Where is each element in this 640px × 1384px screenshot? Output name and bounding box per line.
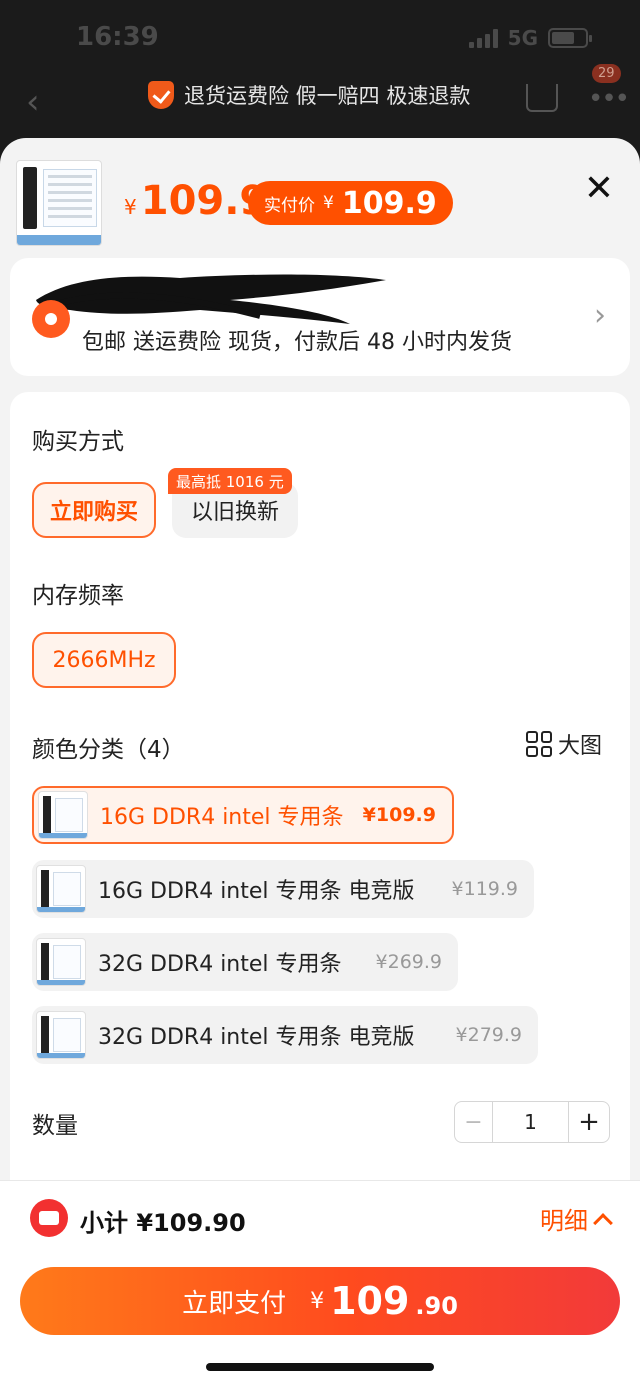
status-bar: 16:39 5G bbox=[0, 0, 640, 76]
subtotal: 小计 ¥109.90 bbox=[80, 1209, 246, 1237]
back-icon[interactable]: ‹ bbox=[26, 82, 40, 122]
variant-name: 32G DDR4 intel 专用条 bbox=[98, 952, 342, 977]
signal-icon bbox=[468, 28, 498, 48]
variant-name: 32G DDR4 intel 专用条 电竞版 bbox=[98, 1025, 415, 1050]
buy-now-option[interactable]: 立即购买 bbox=[32, 482, 156, 538]
status-time: 16:39 bbox=[76, 22, 159, 52]
variant-price: ¥119.9 bbox=[451, 878, 518, 900]
trade-in-tag: 最高抵 1016 元 bbox=[168, 468, 292, 494]
quantity-input[interactable]: 1 bbox=[493, 1102, 569, 1142]
variant-name: 16G DDR4 intel 专用条 bbox=[100, 805, 344, 830]
chevron-up-icon bbox=[593, 1212, 613, 1233]
guarantee-text: 退货运费险 假一赔四 极速退款 bbox=[184, 84, 471, 108]
variant-thumbnail bbox=[38, 791, 88, 839]
variant-thumbnail bbox=[36, 938, 86, 986]
paid-price-value: 109.9 bbox=[341, 185, 437, 221]
quantity-minus-button[interactable]: − bbox=[455, 1102, 493, 1142]
shipping-services: 包邮 送运费险 现货，付款后 48 小时内发货 bbox=[82, 330, 512, 355]
chevron-right-icon: › bbox=[594, 298, 606, 333]
close-button[interactable]: ✕ bbox=[580, 170, 618, 208]
color-option-16g-intel-esports[interactable]: 16G DDR4 intel 专用条 电竞版 ¥119.9 bbox=[32, 860, 534, 918]
detail-label: 明细 bbox=[540, 1207, 588, 1235]
more-icon[interactable]: ••• bbox=[588, 84, 630, 114]
pay-amount-decimal: .90 bbox=[415, 1292, 458, 1320]
status-indicators: 5G bbox=[468, 26, 592, 50]
network-type: 5G bbox=[507, 26, 538, 50]
home-indicator bbox=[206, 1363, 434, 1371]
checkout-bar: 小计 ¥109.90 明细 立即支付 ¥ 109 .90 bbox=[0, 1180, 640, 1384]
cart-icon[interactable] bbox=[526, 84, 558, 112]
color-title: 颜色分类（4） bbox=[32, 737, 185, 763]
detail-toggle[interactable]: 明细 bbox=[540, 1201, 613, 1236]
big-image-label: 大图 bbox=[558, 734, 603, 759]
product-thumbnail[interactable] bbox=[16, 160, 102, 246]
paid-price-pill: 实付价 ¥ 109.9 bbox=[248, 181, 453, 225]
variant-price: ¥279.9 bbox=[455, 1024, 522, 1046]
battery-icon bbox=[548, 28, 592, 48]
variant-thumbnail bbox=[36, 1011, 86, 1059]
redacted-address bbox=[36, 274, 386, 324]
location-pin-icon bbox=[32, 300, 70, 338]
quantity-title: 数量 bbox=[32, 1113, 78, 1139]
shield-icon bbox=[148, 81, 174, 109]
pay-now-button[interactable]: 立即支付 ¥ 109 .90 bbox=[20, 1267, 620, 1335]
quantity-plus-button[interactable]: + bbox=[569, 1102, 609, 1142]
nav-bar: ‹ 退货运费险 假一赔四 极速退款 ••• 29 bbox=[0, 64, 640, 130]
pay-amount-integer: 109 bbox=[330, 1279, 410, 1323]
paid-price-label: 实付价 bbox=[264, 195, 315, 216]
color-option-32g-intel-esports[interactable]: 32G DDR4 intel 专用条 电竞版 ¥279.9 bbox=[32, 1006, 538, 1064]
sku-sheet: ¥ 109.9 实付价 ¥ 109.9 ✕ 包邮 送运费险 现货，付款后 48 … bbox=[0, 138, 640, 1384]
message-badge: 29 bbox=[592, 64, 621, 83]
variant-name: 16G DDR4 intel 专用条 电竞版 bbox=[98, 879, 415, 904]
product-price: ¥ 109.9 bbox=[124, 178, 268, 224]
variant-price: ¥109.9 bbox=[362, 804, 436, 826]
grid-icon bbox=[526, 731, 552, 757]
pay-now-label: 立即支付 bbox=[182, 1288, 287, 1319]
coupon-icon bbox=[30, 1199, 68, 1237]
frequency-option-2666[interactable]: 2666MHz bbox=[32, 632, 176, 688]
color-option-32g-intel[interactable]: 32G DDR4 intel 专用条 ¥269.9 bbox=[32, 933, 458, 991]
sheet-header: ¥ 109.9 实付价 ¥ 109.9 ✕ bbox=[0, 138, 640, 256]
color-option-16g-intel[interactable]: 16G DDR4 intel 专用条 ¥109.9 bbox=[32, 786, 454, 844]
address-card[interactable]: 包邮 送运费险 现货，付款后 48 小时内发货 › bbox=[10, 258, 630, 376]
variant-thumbnail bbox=[36, 865, 86, 913]
purchase-method-title: 购买方式 bbox=[32, 429, 124, 455]
variant-price: ¥269.9 bbox=[375, 951, 442, 973]
quantity-stepper: − 1 + bbox=[454, 1101, 610, 1143]
big-image-toggle[interactable]: 大图 bbox=[526, 728, 602, 760]
frequency-title: 内存频率 bbox=[32, 583, 124, 609]
guarantee-banner: 退货运费险 假一赔四 极速退款 bbox=[148, 80, 470, 110]
